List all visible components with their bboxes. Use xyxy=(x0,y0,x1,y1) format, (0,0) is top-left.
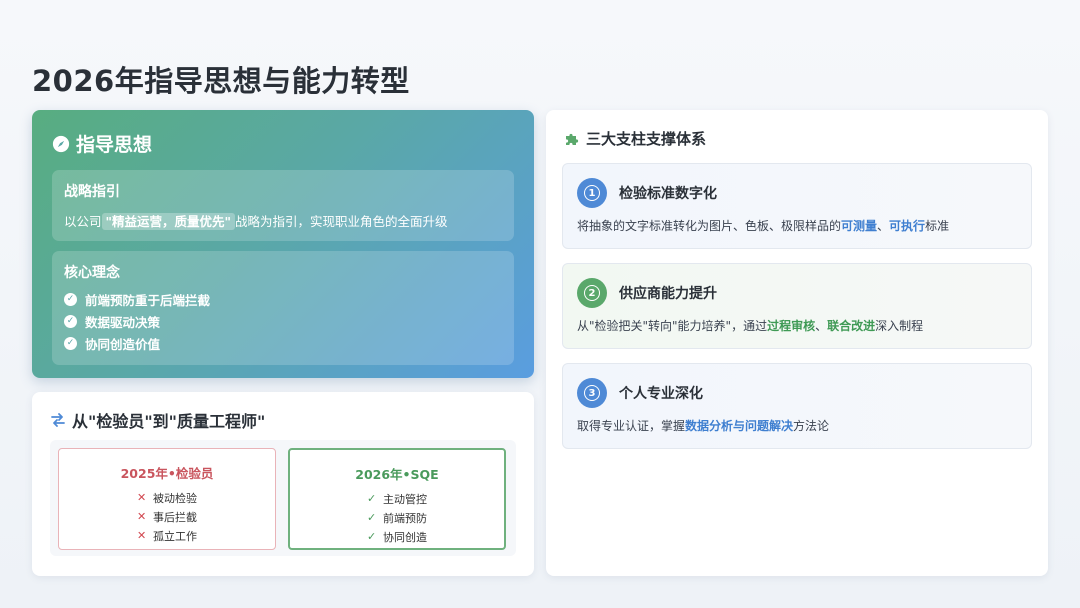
guide-title: 指导思想 xyxy=(76,134,153,156)
role-new-title: 2026年•SQE xyxy=(355,467,439,482)
pillar-desc-text: 深入制程 xyxy=(875,319,924,333)
cross-icon: ✕ xyxy=(137,510,147,523)
pillars-card: 三大支柱支撑体系 1 检验标准数字化 将抽象的文字标准转化为图片、色板、极限样品… xyxy=(546,110,1048,576)
transition-panel: 2025年•检验员 ✕ 被动检验 ✕ 事后拦截 ✕ 孤立工作 2026年•SQE ✓ 主… xyxy=(50,440,516,556)
guide-header: 指导思想 xyxy=(52,130,514,157)
number-label: 1 xyxy=(584,185,600,201)
strategy-text-prefix: 以公司 xyxy=(64,214,102,229)
list-item: ✕ 被动检验 xyxy=(137,488,197,507)
check-circle-icon: ✓ xyxy=(64,336,77,350)
list-item: ✓ 协同创造价值 xyxy=(64,332,502,354)
tick-icon: ✓ xyxy=(367,492,377,505)
role-old-item: 事后拦截 xyxy=(153,510,197,524)
number-label: 3 xyxy=(584,385,600,401)
concept-item-label: 数据驱动决策 xyxy=(85,314,161,330)
pillar-desc-text: 取得专业认证，掌握 xyxy=(577,419,686,433)
strategy-highlight: "精益运营，质量优先" xyxy=(101,213,236,230)
check-circle-icon: ✓ xyxy=(64,292,77,306)
pillar-highlight: 可测量 xyxy=(841,219,878,233)
strategy-title: 战略指引 xyxy=(64,184,120,200)
concept-title: 核心理念 xyxy=(64,265,120,281)
swap-arrows-icon xyxy=(51,413,65,427)
pillar-item-3: 3 个人专业深化 取得专业认证，掌握数据分析与问题解决方法论 xyxy=(562,363,1032,449)
role-new-item: 主动管控 xyxy=(383,492,427,506)
list-item: ✓ 数据驱动决策 xyxy=(64,310,502,332)
pillar-title: 检验标准数字化 xyxy=(619,186,717,202)
pillar-item-1: 1 检验标准数字化 将抽象的文字标准转化为图片、色板、极限样品的可测量、可执行标… xyxy=(562,163,1032,249)
number-badge: 2 xyxy=(577,278,607,308)
list-item: ✓ 前端预防重于后端拦截 xyxy=(64,288,502,310)
list-item: ✕ 事后拦截 xyxy=(137,507,197,526)
pillars-header: 三大支柱支撑体系 xyxy=(562,128,1032,149)
role-new-box: 2026年•SQE ✓ 主动管控 ✓ 前端预防 ✓ 协同创造 xyxy=(288,448,506,550)
pillar-item-2: 2 供应商能力提升 从"检验把关"转向"能力培养"，通过过程审核、联合改进深入制… xyxy=(562,263,1032,349)
pillar-desc: 取得专业认证，掌握数据分析与问题解决方法论 xyxy=(577,417,1017,434)
role-old-item: 孤立工作 xyxy=(153,529,197,543)
compass-icon xyxy=(52,135,70,152)
pillar-sep: 、 xyxy=(877,219,890,233)
pillar-desc-text: 从"检验把关"转向"能力培养"，通过 xyxy=(577,319,768,333)
cross-icon: ✕ xyxy=(137,491,147,504)
pillar-desc-text: 标准 xyxy=(925,219,950,233)
role-new-item: 前端预防 xyxy=(383,511,427,525)
pillar-title: 供应商能力提升 xyxy=(619,286,717,302)
list-item: ✓ 协同创造 xyxy=(367,527,427,546)
pillar-desc-text: 将抽象的文字标准转化为图片、色板、极限样品的 xyxy=(577,219,842,233)
transition-card: 从"检验员"到"质量工程师" 2025年•检验员 ✕ 被动检验 ✕ 事后拦截 ✕ 孤立… xyxy=(32,392,534,576)
tick-icon: ✓ xyxy=(367,530,377,543)
role-old-list: ✕ 被动检验 ✕ 事后拦截 ✕ 孤立工作 xyxy=(137,488,197,545)
pillar-title: 个人专业深化 xyxy=(619,386,703,402)
check-circle-icon: ✓ xyxy=(64,314,77,328)
pillar-sep: 、 xyxy=(815,319,828,333)
role-new-item: 协同创造 xyxy=(383,530,427,544)
transition-title: 从"检验员"到"质量工程师" xyxy=(72,412,266,431)
pillar-highlight: 可执行 xyxy=(889,219,926,233)
pillars-title: 三大支柱支撑体系 xyxy=(586,130,707,148)
role-old-item: 被动检验 xyxy=(153,491,197,505)
list-item: ✓ 前端预防 xyxy=(367,508,427,527)
strategy-text: 以公司 "精益运营，质量优先" 战略为指引，实现职业角色的全面升级 xyxy=(64,211,502,230)
pillar-highlight: 数据分析与问题解决 xyxy=(685,419,794,433)
pillar-highlight: 联合改进 xyxy=(827,319,876,333)
concept-item-label: 前端预防重于后端拦截 xyxy=(85,292,211,308)
cross-icon: ✕ xyxy=(137,529,147,542)
pillar-desc-text: 方法论 xyxy=(793,419,830,433)
concept-item-label: 协同创造价值 xyxy=(85,336,161,352)
puzzle-icon xyxy=(566,133,579,145)
guide-card: 指导思想 战略指引 以公司 "精益运营，质量优先" 战略为指引，实现职业角色的全面升… xyxy=(32,110,534,378)
pillar-highlight: 过程审核 xyxy=(767,319,816,333)
list-item: ✓ 主动管控 xyxy=(367,489,427,508)
role-old-title: 2025年•检验员 xyxy=(120,466,214,481)
concept-box: 核心理念 ✓ 前端预防重于后端拦截 ✓ 数据驱动决策 ✓ 协同创造价值 xyxy=(52,251,514,365)
strategy-text-suffix: 战略为指引，实现职业角色的全面升级 xyxy=(235,214,448,229)
pillar-desc: 从"检验把关"转向"能力培养"，通过过程审核、联合改进深入制程 xyxy=(577,317,1017,334)
number-badge: 1 xyxy=(577,178,607,208)
tick-icon: ✓ xyxy=(367,511,377,524)
concept-list: ✓ 前端预防重于后端拦截 ✓ 数据驱动决策 ✓ 协同创造价值 xyxy=(64,288,502,354)
pillar-desc: 将抽象的文字标准转化为图片、色板、极限样品的可测量、可执行标准 xyxy=(577,217,1017,234)
transition-header: 从"检验员"到"质量工程师" xyxy=(50,408,516,432)
number-badge: 3 xyxy=(577,378,607,408)
strategy-box: 战略指引 以公司 "精益运营，质量优先" 战略为指引，实现职业角色的全面升级 xyxy=(52,170,514,241)
list-item: ✕ 孤立工作 xyxy=(137,526,197,545)
page-title: 2026年指导思想与能力转型 xyxy=(32,64,410,98)
role-old-box: 2025年•检验员 ✕ 被动检验 ✕ 事后拦截 ✕ 孤立工作 xyxy=(58,448,276,550)
role-new-list: ✓ 主动管控 ✓ 前端预防 ✓ 协同创造 xyxy=(367,489,427,546)
number-label: 2 xyxy=(584,285,600,301)
